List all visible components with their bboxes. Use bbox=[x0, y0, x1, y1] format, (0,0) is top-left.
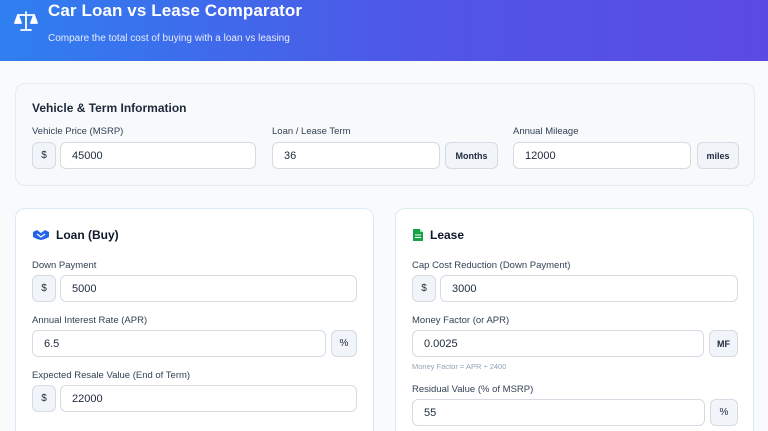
loan-apr-input[interactable]: 6.5 bbox=[32, 330, 326, 357]
document-icon bbox=[412, 228, 424, 242]
page-subtitle: Compare the total cost of buying with a … bbox=[48, 33, 290, 44]
lease-mf-hint: Money Factor = APR ÷ 2400 bbox=[412, 362, 507, 371]
loan-apr-label: Annual Interest Rate (APR) bbox=[32, 315, 148, 326]
app-header: Car Loan vs Lease Comparator Compare the… bbox=[0, 0, 768, 61]
loan-apr-suffix: % bbox=[331, 330, 357, 357]
loan-resale-label: Expected Resale Value (End of Term) bbox=[32, 370, 191, 381]
lease-cap-input[interactable]: 3000 bbox=[440, 275, 738, 302]
mileage-label: Annual Mileage bbox=[513, 126, 579, 137]
vehicle-price-input[interactable]: 45000 bbox=[60, 142, 256, 169]
lease-mf-input[interactable]: 0.0025 bbox=[412, 330, 704, 357]
mileage-input[interactable]: 12000 bbox=[513, 142, 691, 169]
loan-resale-prefix: $ bbox=[32, 385, 56, 412]
lease-mf-label: Money Factor (or APR) bbox=[412, 315, 510, 326]
lease-title: Lease bbox=[412, 228, 464, 242]
loan-card: Loan (Buy) Down Payment $ 5000 Annual In… bbox=[15, 208, 374, 431]
loan-resale-input[interactable]: 22000 bbox=[60, 385, 357, 412]
term-suffix: Months bbox=[445, 142, 498, 169]
loan-title: Loan (Buy) bbox=[32, 228, 119, 242]
lease-cap-label: Cap Cost Reduction (Down Payment) bbox=[412, 260, 571, 271]
mileage-suffix: miles bbox=[697, 142, 739, 169]
loan-down-prefix: $ bbox=[32, 275, 56, 302]
vehicle-price-label: Vehicle Price (MSRP) bbox=[32, 126, 124, 137]
vehicle-section-title: Vehicle & Term Information bbox=[32, 101, 187, 115]
loan-down-label: Down Payment bbox=[32, 260, 97, 271]
vehicle-term-card: Vehicle & Term Information Vehicle Price… bbox=[15, 83, 755, 186]
lease-title-text: Lease bbox=[430, 228, 465, 242]
lease-residual-label: Residual Value (% of MSRP) bbox=[412, 384, 534, 395]
lease-mf-suffix: MF bbox=[709, 330, 738, 357]
loan-title-text: Loan (Buy) bbox=[56, 228, 119, 242]
term-label: Loan / Lease Term bbox=[272, 126, 351, 137]
loan-down-input[interactable]: 5000 bbox=[60, 275, 357, 302]
term-input[interactable]: 36 bbox=[272, 142, 440, 169]
page-title: Car Loan vs Lease Comparator bbox=[48, 1, 303, 20]
lease-cap-prefix: $ bbox=[412, 275, 436, 302]
lease-residual-input[interactable]: 55 bbox=[412, 399, 705, 426]
handshake-icon bbox=[32, 229, 50, 241]
lease-card: Lease Cap Cost Reduction (Down Payment) … bbox=[395, 208, 754, 431]
vehicle-price-prefix: $ bbox=[32, 142, 56, 169]
scale-icon bbox=[13, 8, 39, 34]
lease-residual-suffix: % bbox=[710, 399, 738, 426]
